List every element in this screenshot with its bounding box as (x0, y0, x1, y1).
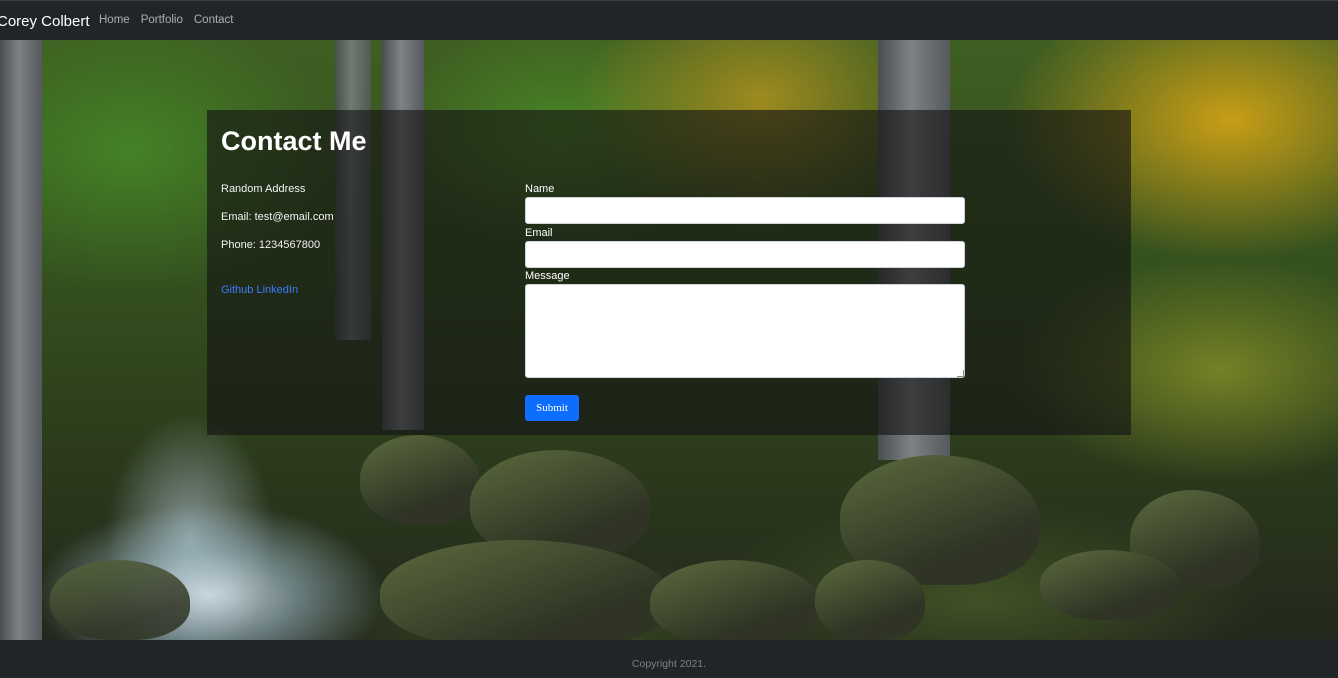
message-label: Message (525, 270, 570, 282)
nav-link-portfolio[interactable]: Portfolio (141, 14, 183, 26)
address-text: Random Address (221, 183, 306, 195)
phone-text: Phone: 1234567800 (221, 239, 321, 251)
message-textarea[interactable] (525, 284, 965, 378)
rock (50, 560, 190, 640)
email-input[interactable] (525, 241, 965, 268)
linkedin-link[interactable]: LinkedIn (256, 284, 298, 296)
brand-link[interactable]: Corey Colbert (0, 13, 90, 30)
email-text: Email: test@email.com (221, 211, 334, 223)
submit-button[interactable]: Submit (525, 395, 579, 421)
navbar: Corey Colbert Home Portfolio Contact (0, 0, 1338, 40)
social-links: Github LinkedIn (221, 284, 298, 296)
rock (815, 560, 925, 640)
copyright-text: Copyright 2021. (631, 658, 707, 670)
rock (650, 560, 820, 640)
page-title: Contact Me (221, 126, 367, 156)
footer: Copyright 2021. (0, 640, 1338, 678)
nav-link-home[interactable]: Home (99, 14, 130, 26)
github-link[interactable]: Github (221, 284, 253, 296)
rock (380, 540, 670, 640)
nav-links: Home Portfolio Contact (99, 14, 234, 26)
resize-grip-icon[interactable] (957, 370, 964, 377)
name-input[interactable] (525, 197, 965, 224)
email-label: Email (525, 227, 553, 239)
tree-trunk (0, 40, 42, 640)
rock (360, 435, 480, 525)
contact-panel (207, 110, 1131, 435)
name-label: Name (525, 183, 555, 195)
nav-link-contact[interactable]: Contact (194, 14, 234, 26)
rock (1040, 550, 1180, 620)
